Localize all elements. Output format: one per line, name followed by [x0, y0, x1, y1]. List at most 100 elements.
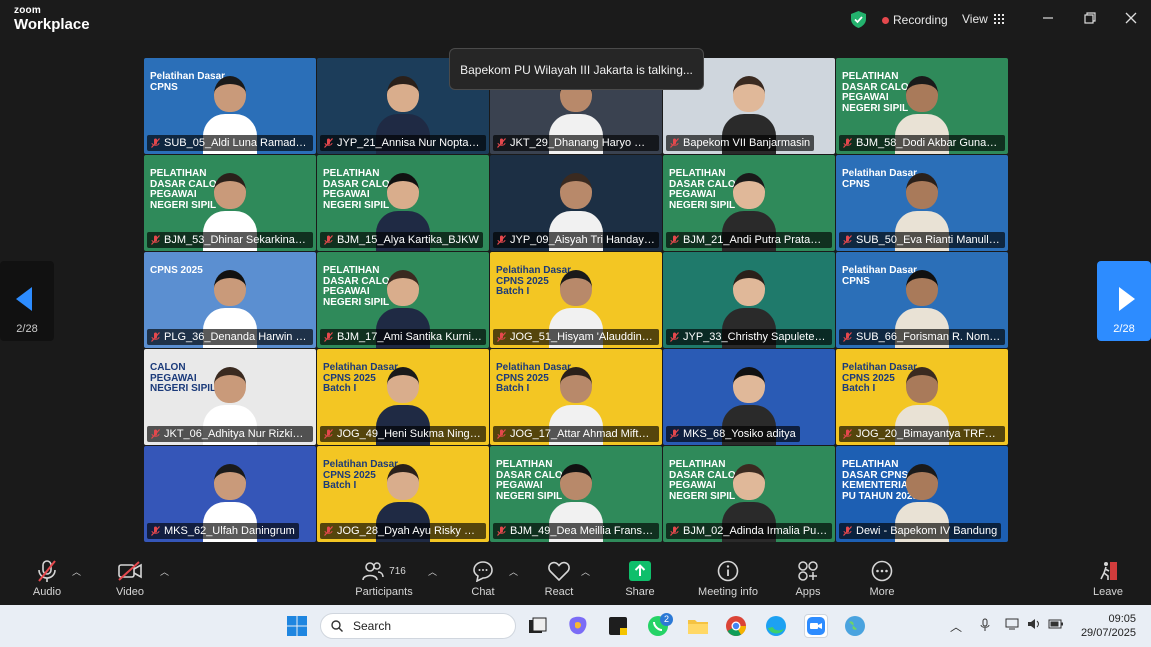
participant-tile[interactable]: PELATIHAN DASAR CALON PEGAWAI NEGERI SIP…	[317, 155, 489, 251]
logo-brand: zoom	[14, 5, 41, 16]
taskbar-search-field[interactable]: Search	[320, 613, 516, 639]
participant-tile[interactable]: PELATIHAN DASAR CALON PEGAWAI NEGERI SIP…	[836, 58, 1008, 154]
participant-name-label: MKS_68_Yosiko aditya	[666, 426, 800, 442]
participant-tile[interactable]: Pelatihan Dasar CPNS 2025 Batch I JOG_51_…	[490, 252, 662, 348]
participant-tile[interactable]: JYP_33_Christhy Sapulete_B...	[663, 252, 835, 348]
participant-tile[interactable]: Pelatihan Dasar CPNS 2025 Batch I JOG_28_…	[317, 446, 489, 542]
chat-button[interactable]: Chat	[466, 558, 500, 598]
participant-name-label: PLG_36_Denanda Harwin Ro...	[147, 329, 313, 345]
participant-tile[interactable]: Pelatihan Dasar CPNS 2025 Batch I JOG_49_…	[317, 349, 489, 445]
participant-name-text: JYP_09_Aisyah Tri Handayan...	[510, 234, 659, 246]
leave-label: Leave	[1093, 586, 1123, 598]
restore-icon[interactable]	[1079, 9, 1101, 31]
participant-name-text: BJM_58_Dodi Akbar Gunawa...	[856, 137, 1005, 149]
clock-date: 29/07/2025	[1080, 627, 1136, 639]
participant-tile[interactable]: PELATIHAN DASAR CPNS KEMENTERIAN PU TAHU…	[836, 446, 1008, 542]
participant-tile[interactable]: JYP_09_Aisyah Tri Handayan...	[490, 155, 662, 251]
video-options-chevron-icon[interactable]: ︿	[160, 565, 169, 578]
participant-tile[interactable]: PELATIHAN DASAR CALON PEGAWAI NEGERI SIP…	[317, 252, 489, 348]
muted-mic-icon	[151, 332, 160, 342]
participant-tile[interactable]: Pelatihan Dasar CPNS SUB_05_Aldi Luna Ram…	[144, 58, 316, 154]
muted-mic-icon	[843, 429, 852, 439]
page-indicator-left: 2/28	[16, 323, 38, 335]
volume-icon[interactable]	[1027, 618, 1041, 633]
muted-mic-icon	[497, 235, 506, 245]
search-icon	[331, 620, 343, 632]
recording-indicator[interactable]: Recording	[882, 13, 948, 27]
participant-name-text: JOG_51_Hisyam 'Alauddin_P...	[510, 331, 659, 343]
whatsapp-notification-badge: 2	[660, 613, 673, 626]
copilot-icon[interactable]	[566, 614, 590, 638]
chrome-icon[interactable]	[724, 614, 748, 638]
participants-options-chevron-icon[interactable]: ︿	[428, 565, 437, 578]
microphone-tray-icon[interactable]	[979, 618, 991, 635]
participant-tile[interactable]: CPNS 2025 PLG_36_Denanda Harwin Ro...	[144, 252, 316, 348]
camera-off-icon	[110, 558, 150, 584]
participants-button[interactable]: 716 Participants	[350, 558, 418, 598]
minimize-icon[interactable]	[1037, 9, 1059, 31]
share-button[interactable]: Share	[622, 558, 658, 598]
meeting-info-button[interactable]: Meeting info	[692, 558, 764, 598]
participant-tile[interactable]: Pelatihan Dasar CPNS 2025 Batch I JOG_17_…	[490, 349, 662, 445]
windows-start-icon[interactable]	[285, 614, 309, 638]
more-button[interactable]: More	[864, 558, 900, 598]
participant-name-text: JYP_21_Annisa Nur Noptapi...	[337, 137, 486, 149]
participant-tile[interactable]: Pelatihan Dasar CPNS SUB_50_Eva Rianti Ma…	[836, 155, 1008, 251]
shield-check-icon[interactable]	[851, 11, 866, 28]
participant-tile[interactable]: PELATIHAN DASAR CALON PEGAWAI NEGERI SIP…	[663, 446, 835, 542]
globe-app-icon[interactable]	[843, 614, 867, 638]
previous-page-button[interactable]: 2/28	[0, 261, 54, 341]
file-explorer-icon[interactable]	[686, 614, 710, 638]
arrow-left-icon	[16, 287, 32, 311]
participant-tile[interactable]: PELATIHAN DASAR CALON PEGAWAI NEGERI SIP…	[144, 155, 316, 251]
notes-app-icon[interactable]	[606, 614, 630, 638]
muted-mic-icon	[324, 526, 333, 536]
edge-icon[interactable]	[764, 614, 788, 638]
participant-tile[interactable]: PELATIHAN DASAR CALON PEGAWAI NEGERI SIP…	[663, 155, 835, 251]
active-speaker-banner: Bapekom PU Wilayah III Jakarta is talkin…	[449, 48, 704, 90]
apps-button[interactable]: Apps	[790, 558, 826, 598]
react-label: React	[544, 586, 574, 598]
more-icon	[864, 558, 900, 584]
title-bar: zoom Workplace Recording View	[0, 0, 1151, 40]
participant-tile[interactable]: PELATIHAN DASAR CALON PEGAWAI NEGERI SIP…	[490, 446, 662, 542]
system-clock[interactable]: 09:05 29/07/2025	[1070, 612, 1136, 640]
participant-name-text: Dewi - Bapekom IV Bandung	[856, 525, 998, 537]
video-label: Video	[116, 586, 144, 598]
react-button[interactable]: React	[541, 558, 577, 598]
chat-label: Chat	[471, 586, 495, 598]
task-view-icon[interactable]	[525, 614, 549, 638]
network-icon[interactable]	[1005, 618, 1019, 633]
tray-overflow-chevron-icon[interactable]: ︿	[950, 618, 962, 635]
audio-button[interactable]: Audio	[27, 558, 67, 598]
participant-name-text: SUB_50_Eva Rianti Manullan...	[856, 234, 1005, 246]
chat-options-chevron-icon[interactable]: ︿	[509, 565, 518, 578]
leave-button[interactable]: Leave	[1090, 558, 1126, 598]
participant-name-label: JOG_28_Dyah Ayu Risky Har...	[320, 523, 486, 539]
muted-mic-icon	[670, 138, 679, 148]
close-icon[interactable]	[1120, 9, 1142, 31]
participant-tile[interactable]: Pelatihan Dasar CPNS 2025 Batch I JOG_20_…	[836, 349, 1008, 445]
participant-name-label: JOG_51_Hisyam 'Alauddin_P...	[493, 329, 659, 345]
muted-mic-icon	[843, 235, 852, 245]
next-page-button[interactable]: 2/28	[1097, 261, 1151, 341]
view-label: View	[962, 12, 988, 26]
view-button[interactable]: View	[962, 12, 1004, 26]
participant-tile[interactable]: Pelatihan Dasar CPNS SUB_66_Forisman R. N…	[836, 252, 1008, 348]
participant-tile[interactable]: MKS_62_Ulfah Daningrum	[144, 446, 316, 542]
participant-name-text: JOG_49_Heni Sukma Ningru...	[337, 428, 486, 440]
participant-tile[interactable]: CALON PEGAWAI NEGERI SIPIL JKT_06_Adhitya…	[144, 349, 316, 445]
muted-mic-icon	[670, 332, 679, 342]
zoom-taskbar-icon[interactable]	[804, 614, 828, 638]
participant-name-label: JKT_06_Adhitya Nur Rizki_BP...	[147, 426, 313, 442]
audio-options-chevron-icon[interactable]: ︿	[72, 565, 81, 578]
participant-name-label: BJM_15_Alya Kartika_BJKW	[320, 232, 483, 248]
participant-tile[interactable]: MKS_68_Yosiko aditya	[663, 349, 835, 445]
react-options-chevron-icon[interactable]: ︿	[581, 565, 590, 578]
battery-icon[interactable]	[1048, 618, 1064, 633]
leave-icon	[1090, 558, 1126, 584]
participant-name-text: JYP_33_Christhy Sapulete_B...	[683, 331, 832, 343]
meeting-info-label: Meeting info	[698, 586, 758, 598]
chat-icon	[466, 558, 500, 584]
video-button[interactable]: Video	[110, 558, 150, 598]
